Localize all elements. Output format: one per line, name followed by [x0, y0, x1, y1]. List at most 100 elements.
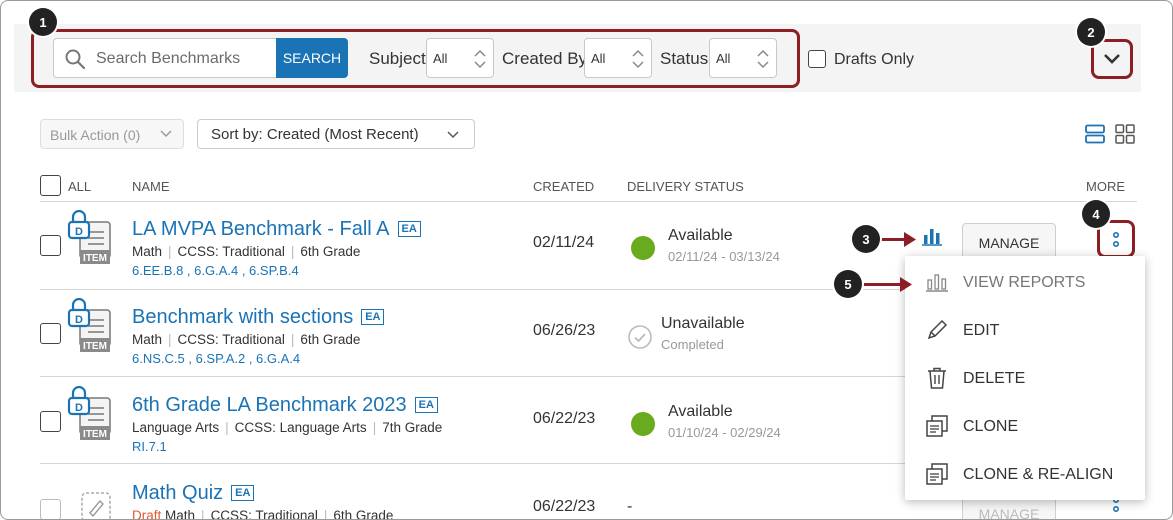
locked-item-icon: ITEM D	[67, 210, 111, 264]
row-grade: 6th Grade	[300, 244, 361, 259]
row-created-date: 06/22/23	[533, 410, 596, 427]
lock-icon-label: D	[75, 314, 83, 326]
row-checkbox[interactable]	[40, 323, 61, 344]
row-meta: Math | CCSS: Traditional | 6th Grade	[132, 332, 361, 347]
filters-highlight	[31, 29, 800, 88]
menu-item-label: CLONE	[963, 418, 1019, 435]
ea-badge: EA	[361, 309, 385, 325]
row-framework: CCSS: Traditional	[177, 244, 285, 259]
row-framework: CCSS: Language Arts	[234, 420, 367, 435]
column-delivery-status: DELIVERY STATUS	[627, 179, 744, 194]
sort-prefix: Sort by:	[211, 126, 263, 143]
row-checkbox[interactable]	[40, 235, 61, 256]
drafts-only-checkbox[interactable]	[808, 50, 826, 68]
menu-item-label: EDIT	[963, 322, 1000, 339]
menu-item-label: CLONE & RE-ALIGN	[963, 466, 1114, 483]
row-standards[interactable]: RI.7.1	[132, 439, 167, 454]
row-status: -	[627, 498, 633, 515]
row-title-text[interactable]: Benchmark with sections	[132, 306, 353, 328]
menu-item-edit[interactable]: EDIT	[905, 306, 1145, 354]
row-title-text[interactable]: Math Quiz	[132, 482, 223, 504]
reports-chart-icon[interactable]	[921, 226, 943, 246]
lock-icon-label: D	[75, 226, 83, 238]
row-meta: Math | CCSS: Traditional | 6th Grade	[132, 244, 361, 259]
row-title[interactable]: Benchmark with sections EA	[132, 306, 385, 329]
row-title-text[interactable]: 6th Grade LA Benchmark 2023	[132, 394, 407, 416]
list-view-icon[interactable]	[1085, 124, 1105, 144]
ea-badge: EA	[414, 397, 438, 413]
available-status-dot	[631, 236, 655, 260]
more-options-menu: VIEW REPORTS EDIT DELETE CLONE CLONE & R…	[905, 256, 1145, 500]
row-status: Available	[668, 227, 733, 244]
item-icon-label: ITEM	[83, 341, 107, 352]
menu-item-clone-realign[interactable]: CLONE & RE-ALIGN	[905, 450, 1145, 498]
column-more: MORE	[1086, 179, 1125, 194]
completed-check-icon	[628, 325, 652, 349]
draft-item-icon	[81, 492, 111, 520]
divider	[40, 201, 1137, 202]
row-subject: Math	[132, 332, 163, 347]
row-subject: Language Arts	[132, 420, 220, 435]
row-meta: Language Arts | CCSS: Language Arts | 7th Gr…	[132, 420, 443, 435]
row-meta: Draft Math | CCSS: Traditional | 6th Grade	[132, 508, 393, 520]
more-options-icon[interactable]	[1110, 231, 1122, 249]
row-grade: 6th Grade	[333, 508, 394, 520]
chevron-down-icon	[447, 131, 459, 139]
grid-view-icon[interactable]	[1115, 124, 1135, 144]
row-title[interactable]: 6th Grade LA Benchmark 2023 EA	[132, 394, 438, 417]
drafts-only-label: Drafts Only	[834, 51, 915, 68]
row-standards[interactable]: 6.NS.C.5 , 6.SP.A.2 , 6.G.A.4	[132, 351, 300, 366]
bulk-action-dropdown[interactable]: Bulk Action (0)	[40, 119, 184, 149]
select-all-checkbox[interactable]	[40, 175, 61, 196]
row-framework: CCSS: Traditional	[177, 332, 285, 347]
locked-item-icon: ITEM D	[67, 298, 111, 352]
row-subject: Math	[165, 508, 196, 520]
column-created[interactable]: CREATED	[533, 179, 594, 194]
locked-item-icon: ITEM D	[67, 386, 111, 440]
callout-badge-1: 1	[29, 8, 57, 36]
ea-badge: EA	[397, 221, 421, 237]
draft-label: Draft	[132, 508, 162, 520]
pencil-icon	[927, 319, 948, 340]
lock-icon-label: D	[75, 402, 83, 414]
row-checkbox[interactable]	[40, 499, 61, 520]
sort-value: Created (Most Recent)	[266, 126, 419, 143]
row-grade: 6th Grade	[300, 332, 361, 347]
row-status-detail: Completed	[661, 337, 724, 352]
row-standards[interactable]: 6.EE.B.8 , 6.G.A.4 , 6.SP.B.4	[132, 263, 299, 278]
menu-item-delete[interactable]: DELETE	[905, 354, 1145, 402]
callout-badge-3: 3	[852, 225, 880, 253]
menu-item-label: VIEW REPORTS	[963, 274, 1086, 291]
callout-badge-5: 5	[834, 270, 862, 298]
row-status-dates: 02/11/24 - 03/13/24	[668, 249, 780, 264]
row-title[interactable]: LA MVPA Benchmark - Fall A EA	[132, 218, 421, 241]
menu-item-view-reports[interactable]: VIEW REPORTS	[905, 258, 1145, 306]
row-subject: Math	[132, 244, 163, 259]
chevron-down-icon	[160, 130, 172, 138]
row-title[interactable]: Math Quiz EA	[132, 482, 255, 505]
view-reports-icon	[926, 274, 948, 292]
clone-icon	[926, 415, 948, 437]
row-status: Unavailable	[661, 315, 745, 332]
row-checkbox[interactable]	[40, 411, 61, 432]
row-status: Available	[668, 403, 733, 420]
chevron-down-icon[interactable]	[1102, 51, 1122, 67]
item-icon-label: ITEM	[83, 429, 107, 440]
row-created-date: 06/22/23	[533, 498, 596, 515]
column-all: ALL	[68, 179, 92, 194]
row-framework: CCSS: Traditional	[210, 508, 318, 520]
row-grade: 7th Grade	[382, 420, 443, 435]
available-status-dot	[631, 412, 655, 436]
column-name[interactable]: NAME	[132, 179, 170, 194]
sort-dropdown[interactable]: Sort by: Created (Most Recent)	[197, 119, 475, 149]
menu-item-label: DELETE	[963, 370, 1026, 387]
row-title-text[interactable]: LA MVPA Benchmark - Fall A	[132, 218, 390, 240]
bulk-action-label: Bulk Action (0)	[50, 127, 141, 143]
clone-realign-icon	[926, 463, 948, 485]
ea-badge: EA	[231, 485, 255, 501]
arrowhead-icon	[904, 232, 916, 247]
callout-badge-4: 4	[1082, 200, 1110, 228]
menu-item-clone[interactable]: CLONE	[905, 402, 1145, 450]
benchmarks-page: Search Benchmarks SEARCH Subject All Cre…	[0, 0, 1173, 520]
trash-icon	[928, 367, 946, 389]
